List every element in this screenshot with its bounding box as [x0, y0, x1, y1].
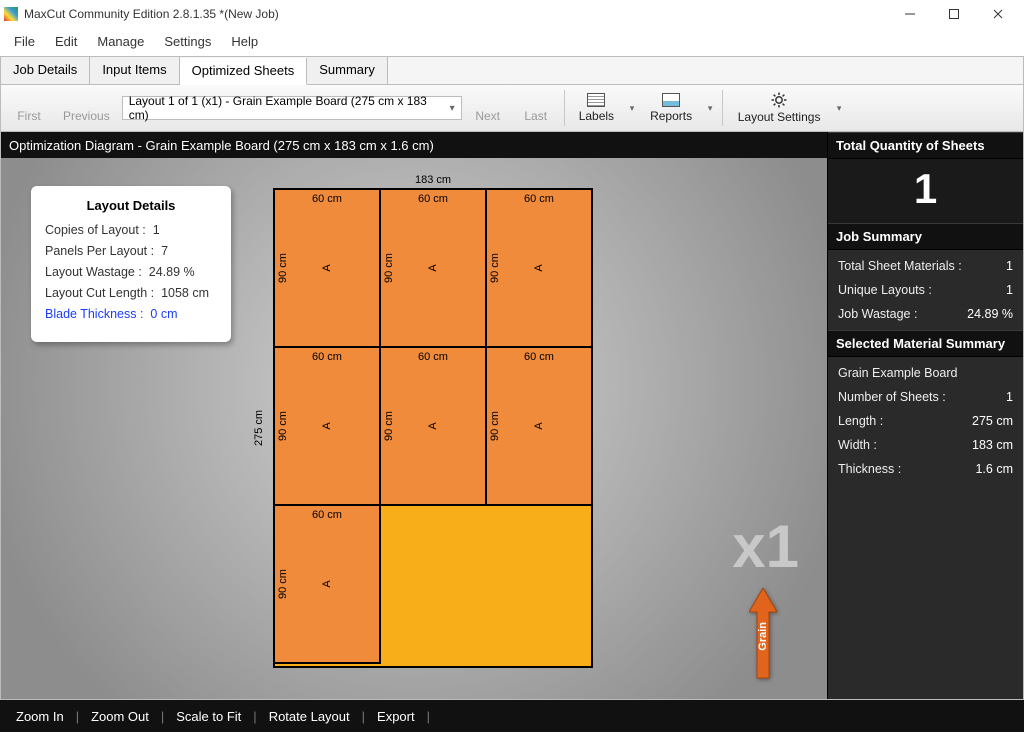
separator	[722, 90, 723, 126]
previous-button[interactable]: Previous	[55, 88, 118, 128]
layout-details-card: Layout Details Copies of Layout : 1 Pane…	[31, 186, 231, 342]
reports-dropdown[interactable]: ▾	[704, 103, 716, 114]
layout-selector[interactable]: Layout 1 of 1 (x1) - Grain Example Board…	[122, 96, 462, 120]
zoom-out-button[interactable]: Zoom Out	[91, 709, 149, 724]
zoom-in-button[interactable]: Zoom In	[16, 709, 64, 724]
menu-settings[interactable]: Settings	[154, 30, 221, 53]
separator	[564, 90, 565, 126]
grain-arrow: Grain	[749, 588, 777, 684]
reports-icon	[662, 93, 680, 107]
titlebar: MaxCut Community Edition 2.8.1.35 *(New …	[0, 0, 1024, 28]
total-sheets-header: Total Quantity of Sheets	[828, 132, 1023, 159]
job-wastage: Job Wastage :24.89 %	[828, 302, 1023, 326]
menu-manage[interactable]: Manage	[87, 30, 154, 53]
reports-button[interactable]: Reports	[642, 88, 700, 128]
last-icon	[527, 93, 545, 107]
menubar: File Edit Manage Settings Help	[0, 28, 1024, 54]
tab-optimized-sheets[interactable]: Optimized Sheets	[180, 58, 308, 85]
job-sheet-materials: Total Sheet Materials :1	[828, 254, 1023, 278]
scale-to-fit-button[interactable]: Scale to Fit	[176, 709, 241, 724]
detail-copies: Copies of Layout : 1	[45, 223, 217, 237]
export-button[interactable]: Export	[377, 709, 415, 724]
layout-selector-text: Layout 1 of 1 (x1) - Grain Example Board…	[129, 94, 450, 122]
work-area: Optimization Diagram - Grain Example Boa…	[0, 132, 1024, 700]
next-icon	[479, 93, 497, 107]
labels-dropdown[interactable]: ▾	[626, 103, 638, 114]
material-name: Grain Example Board	[828, 361, 1023, 385]
material-summary-body: Grain Example Board Number of Sheets :1 …	[828, 357, 1023, 485]
toolbar: First Previous Layout 1 of 1 (x1) - Grai…	[0, 84, 1024, 132]
detail-wastage: Layout Wastage : 24.89 %	[45, 265, 217, 279]
chevron-down-icon: ▾	[450, 103, 455, 114]
panel-a[interactable]: 60 cm 90 cm A	[485, 188, 593, 348]
menu-file[interactable]: File	[4, 30, 45, 53]
tab-summary[interactable]: Summary	[307, 57, 388, 84]
multiplier-label: x1	[732, 512, 799, 581]
gear-icon	[771, 92, 787, 108]
close-button[interactable]	[976, 1, 1020, 27]
material-length: Length :275 cm	[828, 409, 1023, 433]
material-num-sheets: Number of Sheets :1	[828, 385, 1023, 409]
job-unique-layouts: Unique Layouts :1	[828, 278, 1023, 302]
last-button[interactable]: Last	[514, 88, 558, 128]
sheet[interactable]: 60 cm 90 cm A 60 cm 90 cm A 60 cm 90 cm …	[273, 188, 593, 668]
panel-a[interactable]: 60 cm 90 cm A	[485, 346, 593, 506]
main-tabs: Job Details Input Items Optimized Sheets…	[0, 56, 1024, 84]
minimize-button[interactable]	[888, 1, 932, 27]
detail-cutlength: Layout Cut Length : 1058 cm	[45, 286, 217, 300]
menu-edit[interactable]: Edit	[45, 30, 87, 53]
window-title: MaxCut Community Edition 2.8.1.35 *(New …	[24, 7, 888, 21]
material-width: Width :183 cm	[828, 433, 1023, 457]
summary-sidebar: Total Quantity of Sheets 1 Job Summary T…	[827, 132, 1023, 699]
material-thickness: Thickness :1.6 cm	[828, 457, 1023, 481]
labels-button[interactable]: Labels	[571, 88, 622, 128]
layout-details-title: Layout Details	[45, 198, 217, 213]
tab-job-details[interactable]: Job Details	[1, 57, 90, 84]
maximize-button[interactable]	[932, 1, 976, 27]
rotate-layout-button[interactable]: Rotate Layout	[269, 709, 350, 724]
first-button[interactable]: First	[7, 88, 51, 128]
material-summary-header: Selected Material Summary	[828, 330, 1023, 357]
layout-settings-dropdown[interactable]: ▾	[833, 103, 845, 114]
layout-settings-button[interactable]: Layout Settings	[729, 88, 829, 128]
first-icon	[20, 93, 38, 107]
diagram-panel: Optimization Diagram - Grain Example Boa…	[1, 132, 827, 699]
diagram-canvas[interactable]: Layout Details Copies of Layout : 1 Pane…	[1, 158, 827, 699]
diagram-header: Optimization Diagram - Grain Example Boa…	[1, 132, 827, 158]
job-summary-body: Total Sheet Materials :1 Unique Layouts …	[828, 250, 1023, 330]
panel-a[interactable]: 60 cm 90 cm A	[273, 504, 381, 664]
app-icon	[4, 7, 18, 21]
footer-toolbar: Zoom In | Zoom Out | Scale to Fit | Rota…	[0, 700, 1024, 732]
menu-help[interactable]: Help	[221, 30, 268, 53]
total-sheets-value: 1	[828, 159, 1023, 223]
previous-icon	[77, 93, 95, 107]
job-summary-header: Job Summary	[828, 223, 1023, 250]
detail-panels: Panels Per Layout : 7	[45, 244, 217, 258]
tab-input-items[interactable]: Input Items	[90, 57, 179, 84]
labels-icon	[587, 93, 605, 107]
detail-blade[interactable]: Blade Thickness : 0 cm	[45, 307, 217, 321]
next-button[interactable]: Next	[466, 88, 510, 128]
sheet-width-label: 183 cm	[273, 174, 593, 186]
